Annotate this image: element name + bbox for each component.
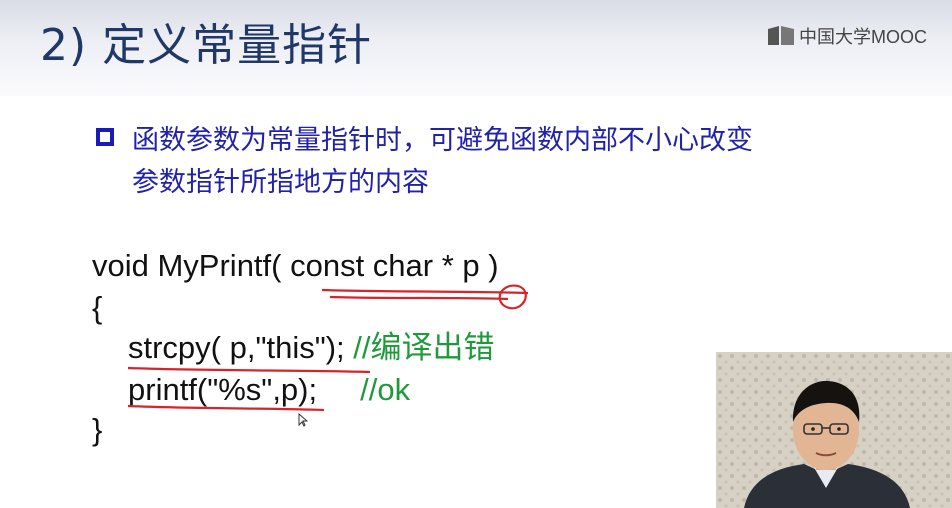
code-line-5: } [92,412,103,447]
bullet-square-icon [96,128,114,146]
bullet-text-line-1: 函数参数为常量指针时，可避免函数内部不小心改变 [132,125,753,156]
underline-const-char-2 [329,295,509,301]
bullet-text-line-2: 参数指针所指地方的内容 [132,167,429,198]
code-line-1: void MyPrintf( const char * p ) [92,248,499,283]
code-line-3: strcpy( p,"this"); //编译出错 [128,328,495,368]
code-line-4-comment: //ok [360,372,411,407]
circle-p [498,284,527,310]
mooc-logo: 中国大学MOOC [766,24,927,48]
slide-title: 2) 定义常量指针 [40,20,373,71]
instructor-video [716,352,952,508]
mooc-logo-icon [768,26,794,45]
code-line-2: { [92,290,103,325]
code-line-4: printf("%s",p); //ok [128,370,410,410]
instructor-avatar [716,352,952,508]
code-line-3-comment: //编译出错 [353,330,495,365]
code-line-3-code: strcpy( p,"this"); [128,330,354,365]
code-line-4-code: printf("%s",p); [128,372,361,407]
logo-text: 中国大学MOOC [799,27,927,47]
mouse-cursor-icon [298,413,308,427]
underline-const-char-1 [321,288,529,295]
